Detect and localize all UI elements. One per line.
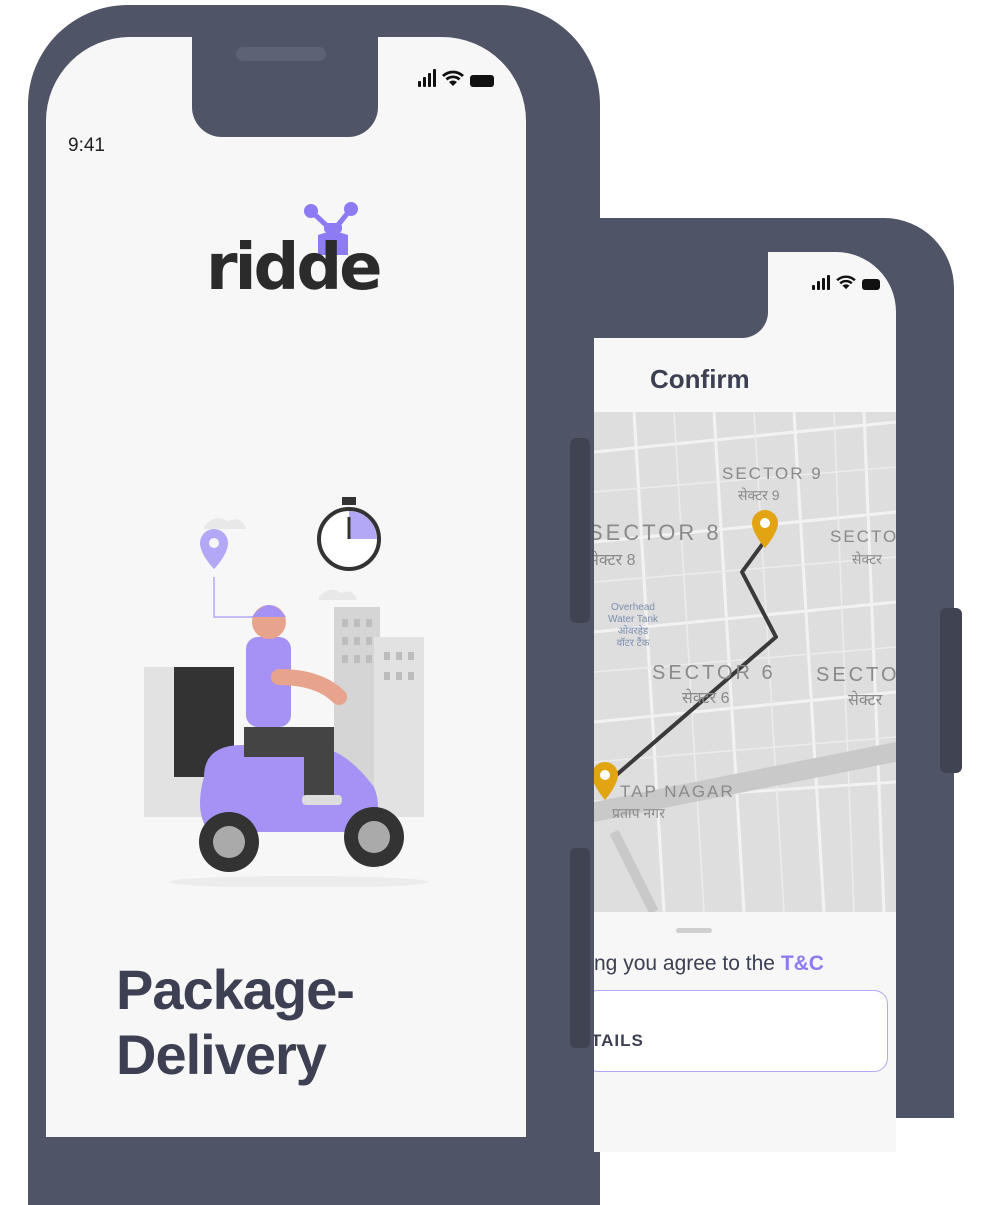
phone-left: 9:41 ridde Package-Delivery <box>28 5 600 1205</box>
map-label-pratap-hi: प्रताप नगर <box>612 805 665 821</box>
location-pin-icon <box>200 529 228 569</box>
sheet-handle[interactable] <box>676 928 712 933</box>
details-label: TAILS <box>594 1031 644 1050</box>
cloud-shape <box>204 518 246 529</box>
map-label-sector-right-hi: सेक्टर <box>848 692 883 709</box>
map-label-pratap: TAP NAGAR <box>620 782 735 801</box>
status-time: 9:41 <box>68 135 105 156</box>
map-label-sector-right: SECTO <box>816 664 896 686</box>
map-label-sector8-hi: सेक्टर 8 <box>594 552 636 569</box>
wifi-icon <box>442 70 464 86</box>
phone-right-notch <box>594 252 768 338</box>
terms-link[interactable]: T&C <box>781 952 824 975</box>
notch-speaker <box>236 47 326 61</box>
phone-right: Confirm SECTOR 9 सेक्टर 9 SECTOR 8 क्टर … <box>534 218 988 1152</box>
destination-pin-icon[interactable] <box>752 510 778 548</box>
wifi-icon <box>836 275 856 290</box>
cellular-signal-icon <box>812 275 830 290</box>
map-label-sector-right-top-hi: सेक्टर <box>852 551 882 567</box>
map-label-sector9-hi: सेक्टर 9 <box>738 487 780 503</box>
logo-text: ridde <box>206 231 383 305</box>
battery-icon <box>470 75 494 87</box>
ridde-logo: ridde <box>206 195 383 335</box>
origin-pin-icon[interactable] <box>594 762 618 800</box>
cellular-signal-icon <box>418 69 436 87</box>
phone-right-screen: Confirm SECTOR 9 सेक्टर 9 SECTOR 8 क्टर … <box>594 252 896 1152</box>
map-label-sector-right-top: SECTOR <box>830 527 896 546</box>
power-button <box>940 608 962 773</box>
route-map[interactable]: SECTOR 9 सेक्टर 9 SECTOR 8 सेक्टर 8 SECT… <box>594 412 896 912</box>
map-label-sector8: SECTOR 8 <box>594 520 722 545</box>
volume-button-right-lower <box>570 848 590 1048</box>
battery-icon <box>862 279 880 290</box>
status-icons-right <box>812 274 880 290</box>
details-card: TAILS <box>594 990 888 1072</box>
confirm-title: Confirm <box>650 364 750 394</box>
map-label-sector6: SECTOR 6 <box>652 662 776 684</box>
phone-left-screen: 9:41 ridde Package-Delivery <box>46 37 526 1137</box>
status-icons <box>418 69 494 87</box>
terms-text: ng you agree to the T&C <box>594 952 824 975</box>
stopwatch-icon <box>317 497 381 571</box>
map-label-overhead: Overhead Water Tank ओवरहेड वॉटर टैंक <box>608 602 659 649</box>
map-label-sector9: SECTOR 9 <box>722 464 823 483</box>
delivery-illustration <box>144 497 429 887</box>
volume-button-right <box>570 438 590 623</box>
map-label-sector6-hi: सेक्टर 6 <box>682 690 730 707</box>
headline: Package-Delivery <box>116 958 355 1086</box>
